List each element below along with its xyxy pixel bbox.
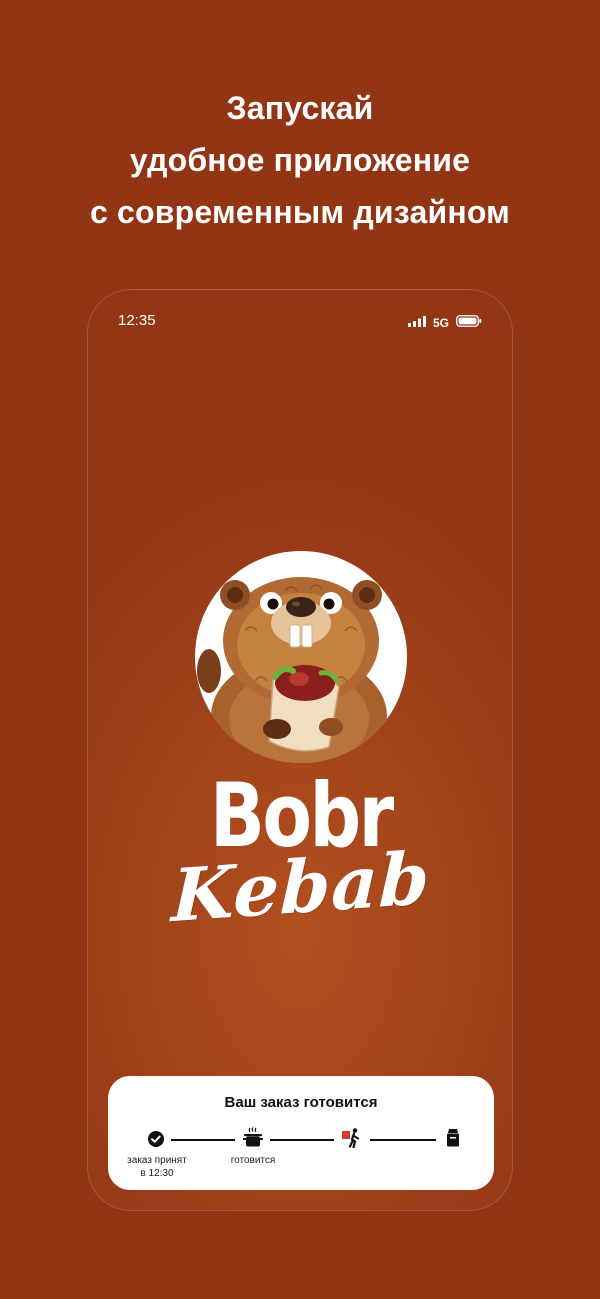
- status-time: 12:35: [118, 312, 156, 329]
- headline-line-2: удобное приложение: [129, 142, 471, 178]
- step-accepted-text: заказ принят: [127, 1155, 187, 1166]
- network-type: 5G: [432, 316, 449, 330]
- cooking-pot-icon: [243, 1127, 263, 1148]
- step-cooking-text: готовится: [230, 1155, 276, 1166]
- bag-icon: [446, 1129, 460, 1147]
- courier-icon: [342, 1128, 364, 1149]
- step-accepted-time: в 12:30: [140, 1168, 174, 1179]
- order-status-card[interactable]: Ваш заказ готовится заказ принят в 12:30…: [108, 1076, 494, 1190]
- headline-line-1: Запускай: [226, 90, 374, 126]
- progress-line-3: [370, 1139, 436, 1141]
- status-indicators: 5G: [407, 314, 482, 332]
- progress-line-2: [270, 1139, 334, 1141]
- promo-headline: Запускай удобное приложение с современны…: [0, 82, 600, 238]
- beaver-logo: [195, 551, 407, 763]
- order-status-title: Ваш заказ готовится: [224, 1094, 378, 1111]
- battery-icon: [456, 314, 482, 332]
- step-label-accepted: заказ принят в 12:30: [112, 1154, 202, 1180]
- status-bar: 12:35 5G: [88, 290, 512, 350]
- signal-bars-icon: [407, 314, 426, 332]
- progress-line-1: [171, 1139, 235, 1141]
- check-circle-icon: [147, 1130, 165, 1148]
- step-label-cooking: готовится: [212, 1154, 294, 1167]
- headline-line-3: с современным дизайном: [89, 194, 511, 230]
- phone-mockup: 12:35 5G Bobr Kebab Ваш заказ готовится …: [87, 289, 513, 1211]
